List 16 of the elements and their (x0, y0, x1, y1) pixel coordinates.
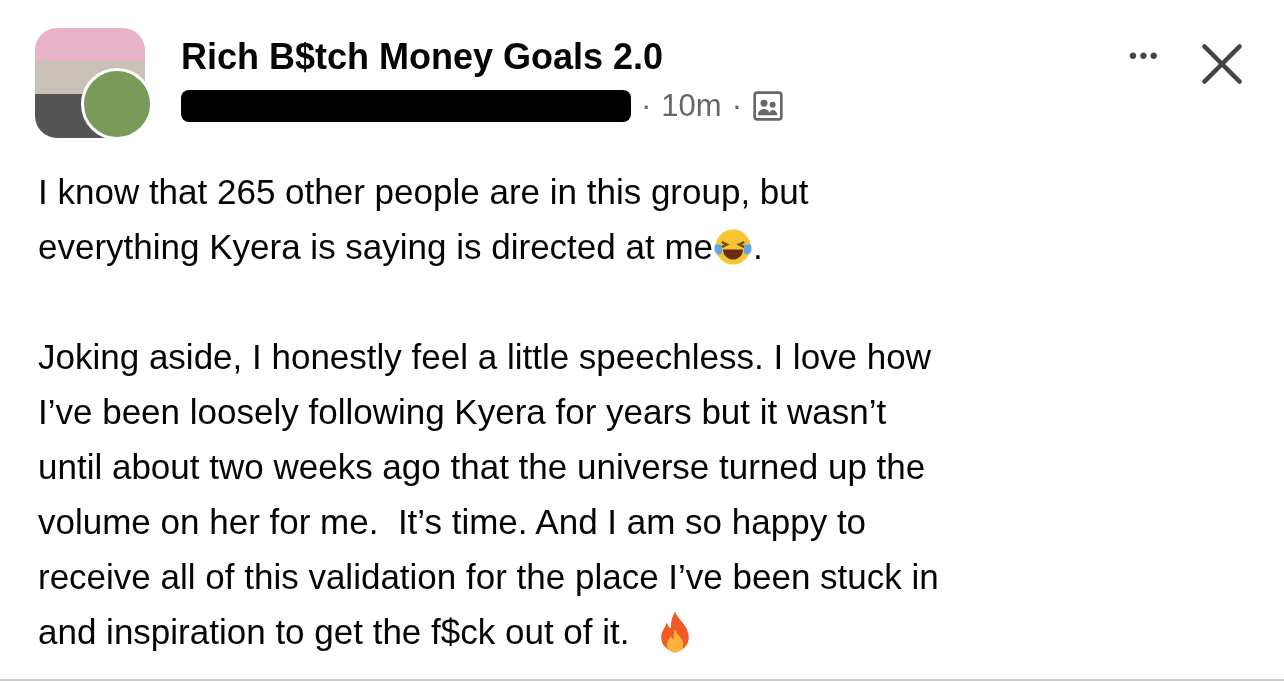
post-text-line: . (753, 226, 763, 268)
post-text-line: I know that 265 other people are in this group, but (38, 171, 809, 213)
post-text-line: I’ve been loosely following Kyera for years but it wasn’t (38, 391, 887, 433)
post-text-line: receive all of this validation for the place I’ve been stuck in (38, 556, 939, 598)
close-icon[interactable] (1200, 42, 1244, 86)
group-members-icon (751, 90, 784, 122)
post-text-line: and inspiration to get the f$ck out of it. (38, 611, 630, 653)
post-text-line: volume on her for me. It’s time. And I am so happy to (38, 501, 867, 543)
group-name[interactable]: Rich B$tch Money Goals 2.0 (181, 36, 1089, 78)
post-time[interactable]: 10m (661, 88, 722, 124)
separator-dot: · (641, 88, 652, 124)
post-text-line: until about two weeks ago that the universe turned up the (38, 446, 926, 488)
more-options-button[interactable]: ••• (1124, 38, 1164, 74)
separator-dot: · (731, 88, 742, 124)
post-text-line: Joking aside, I honestly feel a little speechless. I love how (38, 336, 931, 378)
post-text-line: everything Kyera is saying is directed at me (38, 226, 714, 268)
